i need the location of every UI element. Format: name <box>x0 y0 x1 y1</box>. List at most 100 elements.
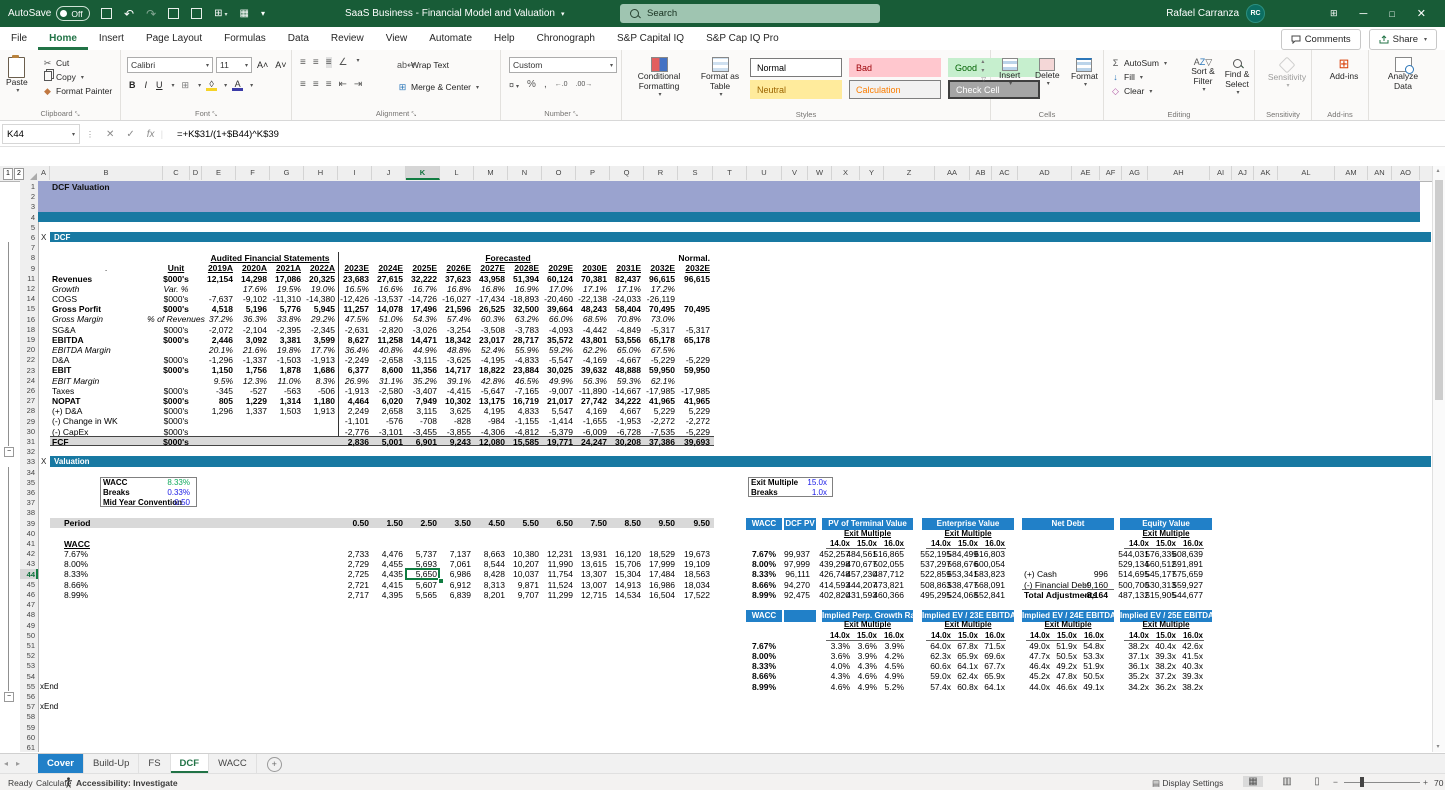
row-header-34[interactable]: 34 <box>20 468 35 477</box>
cell[interactable]: 70,381 <box>581 274 607 284</box>
row-label-ebit-margin[interactable]: EBIT Margin <box>52 376 99 386</box>
cell[interactable]: 51,394 <box>513 274 539 284</box>
cell[interactable]: -708 <box>420 416 437 426</box>
cell[interactable]: 4,435 <box>382 569 403 579</box>
column-header-AF[interactable]: AF <box>1100 166 1122 180</box>
assumption-label[interactable]: WACC <box>103 478 127 487</box>
cell[interactable]: 14,534 <box>615 590 641 600</box>
period-cell[interactable]: 9.50 <box>693 518 710 528</box>
cell[interactable]: 4,476 <box>382 549 403 559</box>
cell[interactable]: 2,733 <box>348 549 369 559</box>
cell[interactable]: 34,222 <box>615 396 641 406</box>
column-header-AE[interactable]: AE <box>1072 166 1100 180</box>
multiple-header[interactable]: 14.0x <box>1129 631 1149 640</box>
wacc-rate[interactable]: 8.33% <box>64 569 88 579</box>
cell[interactable]: 10,037 <box>513 569 539 579</box>
cell[interactable]: 18,563 <box>684 569 710 579</box>
cell[interactable]: 92,475 <box>784 590 810 600</box>
cell[interactable]: 516,865 <box>873 549 904 559</box>
cell[interactable]: 4.0% <box>831 661 850 671</box>
unit-cell[interactable]: $000's <box>164 294 189 304</box>
period-cell[interactable]: 6.50 <box>556 518 573 528</box>
column-header-W[interactable]: W <box>808 166 832 180</box>
display-settings-button[interactable]: ▤ Display Settings <box>1152 778 1223 789</box>
cell[interactable]: 16.8% <box>447 284 471 294</box>
cell[interactable]: -576 <box>386 416 403 426</box>
zoom-percent[interactable]: 70 <box>1434 778 1443 788</box>
cell[interactable]: 44.0x <box>1029 682 1050 692</box>
cell[interactable]: 67.5% <box>651 345 675 355</box>
cell[interactable]: 14,298 <box>241 274 267 284</box>
cell[interactable]: -1,296 <box>209 355 233 365</box>
cell[interactable]: 21,596 <box>445 304 471 314</box>
cell[interactable]: 3.6% <box>858 641 877 651</box>
year-header[interactable]: 2022A <box>310 263 335 273</box>
tab-nav-right-icon[interactable]: ▸ <box>12 754 24 773</box>
cell[interactable]: 10,380 <box>513 549 539 559</box>
blank-header[interactable] <box>784 610 816 622</box>
cell[interactable]: -506 <box>318 386 335 396</box>
wacc-rate[interactable]: 8.66% <box>752 580 776 590</box>
page-break-view-icon[interactable]: ▯ <box>1307 776 1327 787</box>
cell[interactable]: 1,686 <box>314 365 335 375</box>
assumption-value[interactable]: 0.33% <box>167 488 190 497</box>
cell[interactable]: 41,965 <box>684 396 710 406</box>
cell[interactable]: 48,243 <box>581 304 607 314</box>
cell[interactable]: 37.2% <box>209 314 233 324</box>
cell[interactable]: 17,484 <box>649 569 675 579</box>
row-header-32[interactable]: 32 <box>20 447 35 456</box>
cell[interactable]: 13,931 <box>581 549 607 559</box>
period-cell[interactable]: 8.50 <box>624 518 641 528</box>
cell[interactable]: -4,195 <box>481 355 505 365</box>
cell[interactable]: 32,222 <box>411 274 437 284</box>
cell[interactable]: 15,706 <box>615 559 641 569</box>
cell[interactable]: 4,169 <box>586 406 607 416</box>
cell[interactable]: -1,101 <box>345 416 369 426</box>
cell[interactable]: 45.2x <box>1029 671 1050 681</box>
column-header-AM[interactable]: AM <box>1335 166 1368 180</box>
cell[interactable]: 30,025 <box>547 365 573 375</box>
row-header-60[interactable]: 60 <box>20 733 35 742</box>
wacc-rate[interactable]: 8.00% <box>64 559 88 569</box>
cell[interactable]: 36.3% <box>243 314 267 324</box>
cell[interactable]: -984 <box>488 416 505 426</box>
cell[interactable]: 31.1% <box>379 376 403 386</box>
row-header-42[interactable]: 42 <box>20 549 35 558</box>
row-header-55[interactable]: 55 <box>20 682 35 691</box>
cell[interactable]: 13,007 <box>581 580 607 590</box>
row-label-cogs[interactable]: COGS <box>52 294 77 304</box>
cell[interactable]: 10,302 <box>445 396 471 406</box>
cell[interactable]: 16,504 <box>649 590 675 600</box>
cell[interactable]: 99,937 <box>784 549 810 559</box>
column-header-V[interactable]: V <box>782 166 808 180</box>
cell[interactable]: 1,180 <box>314 396 335 406</box>
cell[interactable]: 12,231 <box>547 549 573 559</box>
column-header-AD[interactable]: AD <box>1018 166 1072 180</box>
row-header-33[interactable]: 33 <box>20 457 35 466</box>
cell[interactable]: 583,823 <box>974 569 1005 579</box>
cell[interactable]: 62.3x <box>930 651 951 661</box>
zoom-slider-thumb[interactable] <box>1360 777 1364 787</box>
period-label[interactable]: Period <box>64 518 90 528</box>
multiple-header[interactable]: 15.0x <box>958 631 978 640</box>
cell[interactable]: 53.3x <box>1083 651 1104 661</box>
row-header-59[interactable]: 59 <box>20 723 35 732</box>
multiple-header[interactable]: 14.0x <box>931 539 951 548</box>
outline-level-1-button[interactable]: 1 <box>3 168 13 180</box>
cell[interactable]: 1,503 <box>280 406 301 416</box>
cell[interactable]: 29.2% <box>311 314 335 324</box>
cell[interactable]: 2,725 <box>348 569 369 579</box>
cell[interactable]: -17,985 <box>646 386 675 396</box>
cell[interactable]: 6,986 <box>450 569 471 579</box>
cell[interactable]: 14,717 <box>445 365 471 375</box>
row-header-8[interactable]: 8 <box>20 253 35 262</box>
cell[interactable]: 3,599 <box>314 335 335 345</box>
row-header-23[interactable]: 23 <box>20 366 35 375</box>
row-label-revenues[interactable]: Revenues <box>52 274 92 284</box>
cell[interactable]: 15,304 <box>615 569 641 579</box>
cell[interactable]: 57.4x <box>930 682 951 692</box>
cell[interactable]: 70,495 <box>684 304 710 314</box>
wacc-rate[interactable]: 8.99% <box>752 590 776 600</box>
column-header-D[interactable]: D <box>190 166 202 180</box>
period-cell[interactable]: 0.50 <box>352 518 369 528</box>
